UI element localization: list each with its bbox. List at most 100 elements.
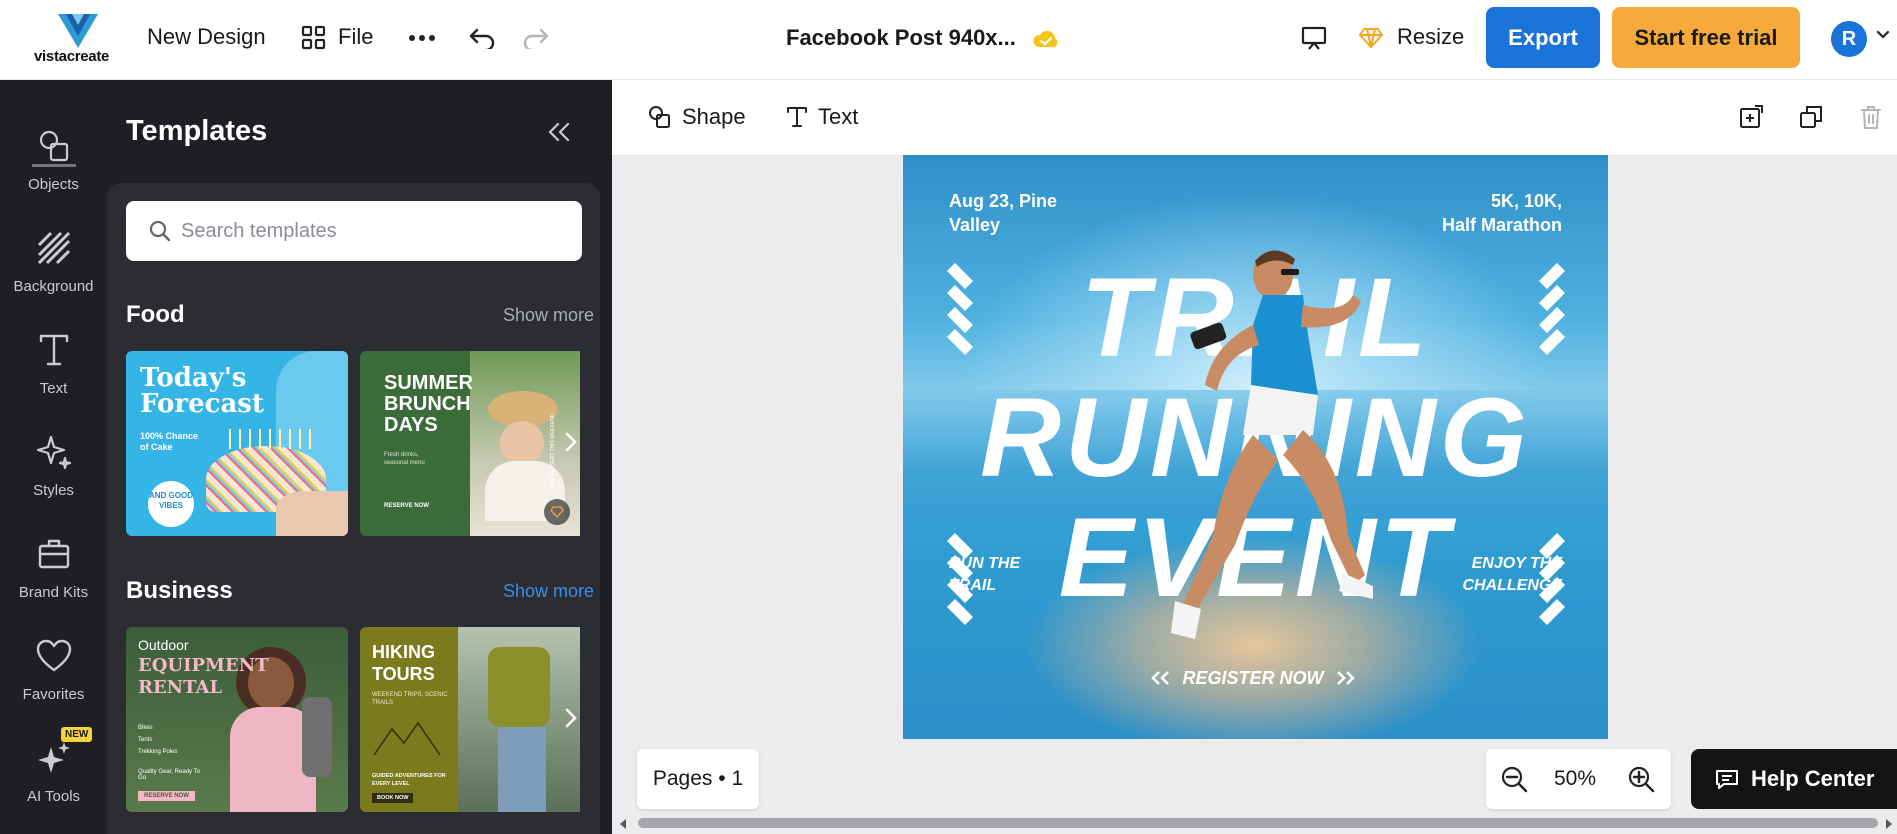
- card-subtitle-2: GUIDED ADVENTURES FOR EVERY LEVEL: [372, 773, 446, 787]
- poster-register-now[interactable]: REGISTER NOW: [1143, 662, 1363, 694]
- poster-distances[interactable]: 5K, 10K, Half Marathon: [1442, 189, 1562, 237]
- card-title: SUMMER BRUNCH DAYS: [384, 372, 473, 436]
- section-title-food: Food: [126, 301, 185, 328]
- add-text-button[interactable]: Text: [786, 104, 858, 130]
- register-label: REGISTER NOW: [1182, 667, 1324, 688]
- start-free-trial-button[interactable]: Start free trial: [1612, 7, 1800, 68]
- collapse-panel-icon[interactable]: [547, 122, 571, 142]
- help-center-label: Help Center: [1751, 766, 1875, 791]
- scroll-left-arrow-icon[interactable]: [618, 818, 628, 830]
- text-icon: [0, 330, 107, 370]
- cloud-saved-icon: [1030, 24, 1062, 56]
- undo-icon[interactable]: [466, 22, 498, 54]
- rail-item-favorites[interactable]: Favorites: [0, 636, 107, 703]
- vistacreate-logo[interactable]: vistacreate: [34, 12, 124, 68]
- text-icon: [787, 107, 807, 127]
- runner-figure[interactable]: [1143, 235, 1373, 685]
- rail-item-label: Background: [13, 278, 94, 295]
- ai-tools-icon: [0, 738, 107, 778]
- rail-item-objects[interactable]: Objects: [0, 126, 107, 193]
- backpack-image: [488, 647, 550, 727]
- rail-item-label: Objects: [28, 176, 79, 193]
- scrollbar-thumb[interactable]: [638, 818, 1878, 828]
- business-show-more-link[interactable]: Show more: [503, 581, 594, 602]
- templates-panel: Templates Food Show more Today's Forecas…: [107, 80, 612, 834]
- card-title: HIKING TOURS: [372, 642, 435, 684]
- add-shape-button[interactable]: Shape: [648, 104, 746, 130]
- rail-item-background[interactable]: Background: [0, 228, 107, 295]
- card-title-small: Outdoor: [138, 637, 189, 653]
- poster-date-location[interactable]: Aug 23, Pine Valley: [949, 189, 1057, 237]
- hand-image: [276, 491, 348, 536]
- add-page-icon[interactable]: [1738, 104, 1764, 130]
- jeans-image: [498, 727, 546, 812]
- rail-item-brand-kits[interactable]: Brand Kits: [0, 534, 107, 601]
- face-image: [500, 421, 544, 465]
- card-cta: BOOK NOW: [372, 793, 414, 803]
- brand-kits-icon: [0, 534, 107, 574]
- card-title: Today's Forecast: [140, 363, 264, 419]
- document-title[interactable]: Facebook Post 940x...: [786, 25, 1016, 51]
- text-label: Text: [818, 104, 859, 129]
- template-card-todays-forecast[interactable]: Today's Forecast 100% Chance of Cake AND…: [126, 351, 348, 536]
- mountains-illustration: [373, 721, 441, 756]
- design-canvas-poster[interactable]: Aug 23, Pine Valley 5K, 10K, Half Marath…: [903, 155, 1608, 739]
- help-center-button[interactable]: Help Center: [1691, 749, 1897, 809]
- rail-item-styles[interactable]: Styles: [0, 432, 107, 499]
- new-badge: NEW: [61, 727, 93, 742]
- card-side-text: FREE DESSERT THIS WEEKEND: [550, 413, 556, 491]
- double-chevron-left-icon: [1151, 671, 1170, 685]
- food-show-more-link[interactable]: Show more: [503, 305, 594, 326]
- chat-icon: [1716, 770, 1738, 789]
- zoom-out-icon[interactable]: [1500, 765, 1528, 793]
- user-avatar[interactable]: R: [1831, 21, 1867, 57]
- double-chevron-right-icon: [1336, 671, 1355, 685]
- backpack-image: [302, 697, 332, 777]
- premium-diamond-icon: [544, 499, 570, 525]
- premium-diamond-icon: [1355, 22, 1387, 54]
- candles-image: [221, 429, 311, 449]
- present-icon[interactable]: [1298, 22, 1330, 54]
- panel-title: Templates: [126, 115, 268, 147]
- export-button[interactable]: Export: [1486, 7, 1600, 68]
- rail-item-label: Styles: [33, 482, 74, 499]
- search-templates-field[interactable]: [126, 201, 582, 261]
- zoom-in-icon[interactable]: [1627, 765, 1655, 793]
- top-bar: vistacreate New Design File Facebook Pos…: [0, 0, 1897, 80]
- brand-wordmark: vistacreate: [34, 48, 110, 65]
- shape-icon: [649, 106, 670, 128]
- card-badge: AND GOOD VIBES: [148, 481, 194, 527]
- search-input[interactable]: [181, 215, 561, 247]
- more-options-icon[interactable]: [406, 22, 438, 54]
- styles-icon: [0, 432, 107, 472]
- poster-enjoy-challenge[interactable]: ENJOY THE CHALLENGE: [1462, 553, 1562, 597]
- chevron-down-icon[interactable]: [1876, 30, 1890, 40]
- shape-label: Shape: [682, 104, 746, 129]
- new-design-button[interactable]: New Design: [147, 24, 266, 50]
- business-next-arrow-icon[interactable]: [560, 698, 582, 738]
- poster-run-the-trail[interactable]: RUN THE TRAIL: [949, 553, 1020, 597]
- resize-button[interactable]: Resize: [1397, 24, 1464, 50]
- zoom-level[interactable]: 50%: [1554, 767, 1596, 791]
- rail-item-text[interactable]: Text: [0, 330, 107, 397]
- context-toolbar: Shape Text: [612, 80, 1897, 156]
- logo-mark-icon: [58, 14, 98, 48]
- delete-page-icon[interactable]: [1859, 104, 1883, 130]
- template-card-hiking-tours[interactable]: HIKING TOURS WEEKEND TRIPS, SCENIC TRAIL…: [360, 627, 580, 812]
- rail-item-ai-tools[interactable]: AI Tools: [0, 738, 107, 805]
- card-subtitle: Quality Gear, Ready To Go: [138, 769, 200, 781]
- food-next-arrow-icon[interactable]: [560, 422, 582, 462]
- redo-icon[interactable]: [520, 22, 552, 54]
- pages-indicator[interactable]: Pages • 1: [637, 749, 759, 809]
- template-card-equipment-rental[interactable]: Outdoor EQUIPMENT RENTAL Bikes Tents Tre…: [126, 627, 348, 812]
- file-menu-button[interactable]: File: [338, 24, 373, 50]
- scroll-right-arrow-icon[interactable]: [1884, 818, 1894, 830]
- card-subtitle: WEEKEND TRIPS, SCENIC TRAILS: [372, 692, 448, 706]
- template-card-summer-brunch[interactable]: SUMMER BRUNCH DAYS Fresh drinks, seasona…: [360, 351, 580, 536]
- objects-icon: [0, 126, 107, 166]
- duplicate-page-icon[interactable]: [1798, 104, 1824, 130]
- background-icon: [0, 228, 107, 268]
- card-subtitle: Fresh drinks, seasonal menu: [384, 452, 425, 466]
- horizontal-scrollbar[interactable]: [616, 815, 1897, 831]
- favorites-icon: [0, 636, 107, 676]
